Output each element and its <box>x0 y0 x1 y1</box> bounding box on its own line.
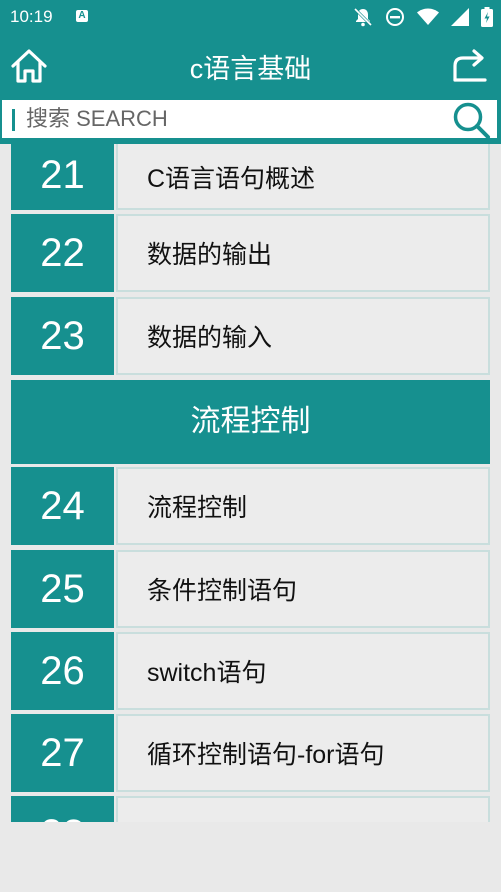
lesson-title: 数据的输出 <box>116 214 490 292</box>
lesson-number: 25 <box>11 550 114 628</box>
list-item[interactable]: 24 流程控制 <box>11 467 490 545</box>
lesson-number: 21 <box>11 144 114 210</box>
search-caret <box>12 109 15 131</box>
lesson-number: 28 <box>11 796 114 822</box>
lesson-number: 27 <box>11 714 114 792</box>
signal-icon <box>451 8 469 26</box>
status-time: 10:19 <box>10 7 53 26</box>
search-input[interactable] <box>26 104 436 134</box>
section-header: 流程控制 <box>11 380 490 464</box>
bottom-area <box>0 822 501 892</box>
status-icons <box>353 7 493 27</box>
search-area <box>0 96 501 144</box>
list-item[interactable]: 22 数据的输出 <box>11 214 490 292</box>
search-icon[interactable] <box>451 100 491 140</box>
lesson-title: C语言语句概述 <box>116 144 490 210</box>
lesson-title: 流程控制 <box>116 467 490 545</box>
list-item[interactable]: 27 循环控制语句-for语句 <box>11 714 490 792</box>
page-title: c语言基础 <box>189 54 312 84</box>
lesson-title: 条件控制语句 <box>116 550 490 628</box>
notification-a-icon: A <box>76 10 88 22</box>
share-icon[interactable] <box>451 48 489 82</box>
mute-bell-icon <box>353 7 373 27</box>
list-item[interactable]: 25 条件控制语句 <box>11 550 490 628</box>
title-bar: c语言基础 <box>0 34 501 96</box>
do-not-disturb-icon <box>386 8 404 26</box>
list-item[interactable]: 28 <box>11 796 490 822</box>
list-item[interactable]: 26 switch语句 <box>11 632 490 710</box>
lesson-number: 24 <box>11 467 114 545</box>
lesson-title: 数据的输入 <box>116 297 490 375</box>
lesson-title: 循环控制语句-for语句 <box>116 714 490 792</box>
lesson-title <box>116 796 490 822</box>
lesson-number: 23 <box>11 297 114 375</box>
status-bar: 10:19 A <box>0 0 501 34</box>
list-item[interactable]: 21 C语言语句概述 <box>11 144 490 210</box>
lesson-number: 22 <box>11 214 114 292</box>
lesson-number: 26 <box>11 632 114 710</box>
search-bar <box>1 99 498 139</box>
wifi-icon <box>417 8 439 25</box>
battery-icon <box>481 7 493 27</box>
list-item[interactable]: 23 数据的输入 <box>11 297 490 375</box>
lesson-title: switch语句 <box>116 632 490 710</box>
lesson-list[interactable]: 21 C语言语句概述 22 数据的输出 23 数据的输入 流程控制 24 流程控… <box>11 144 490 822</box>
